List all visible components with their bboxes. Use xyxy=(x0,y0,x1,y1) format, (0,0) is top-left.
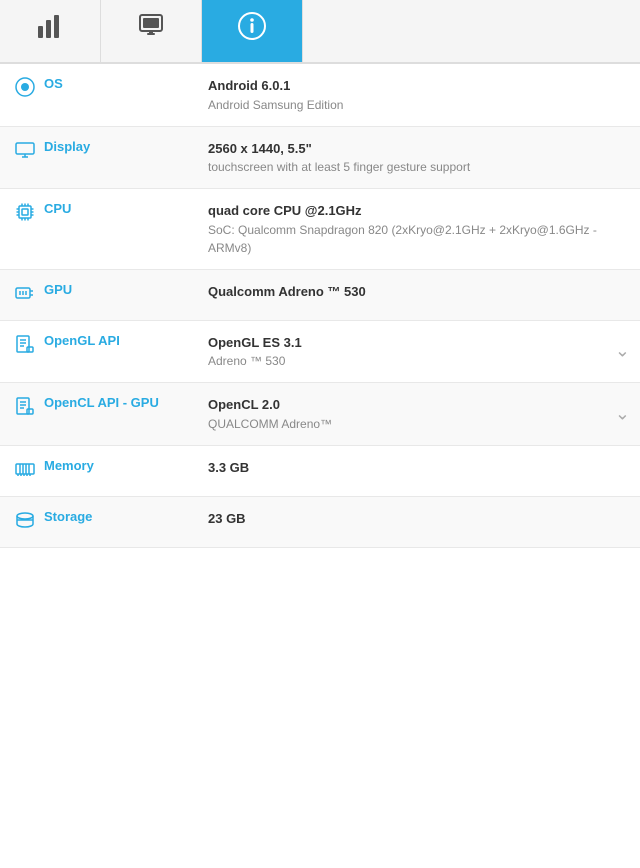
label-text-cpu: CPU xyxy=(44,201,71,216)
label-storage: Storage xyxy=(0,497,200,547)
opengl-icon xyxy=(14,334,36,359)
value-gpu: Qualcomm Adreno ™ 530 xyxy=(200,270,640,320)
graphics-icon xyxy=(36,12,64,46)
value-opengl: OpenGL ES 3.1Adreno ™ 530⌄ xyxy=(200,321,640,383)
row-storage: Storage 23 GB xyxy=(0,497,640,548)
main-opencl: OpenCL 2.0 xyxy=(208,395,626,415)
label-text-storage: Storage xyxy=(44,509,92,524)
row-gpu: GPU Qualcomm Adreno ™ 530 xyxy=(0,270,640,321)
main-display: 2560 x 1440, 5.5" xyxy=(208,139,626,159)
value-storage: 23 GB xyxy=(200,497,640,547)
label-text-os: OS xyxy=(44,76,63,91)
memory-icon xyxy=(14,459,36,484)
label-text-memory: Memory xyxy=(44,458,94,473)
dropdown-arrow-opencl[interactable]: ⌄ xyxy=(615,400,630,427)
row-cpu: CPU quad core CPU @2.1GHzSoC: Qualcomm S… xyxy=(0,189,640,270)
value-opencl: OpenCL 2.0QUALCOMM Adreno™⌄ xyxy=(200,383,640,445)
value-memory: 3.3 GB xyxy=(200,446,640,496)
sub-os: Android Samsung Edition xyxy=(208,96,626,114)
label-text-opencl: OpenCL API - GPU xyxy=(44,395,159,410)
sub-opengl: Adreno ™ 530 xyxy=(208,352,626,370)
gpu-icon xyxy=(14,283,36,308)
main-storage: 23 GB xyxy=(208,509,626,529)
row-opencl: OpenCL API - GPU OpenCL 2.0QUALCOMM Adre… xyxy=(0,383,640,446)
display-icon xyxy=(14,140,36,165)
tab-bar xyxy=(0,0,640,64)
label-opengl: OpenGL API xyxy=(0,321,200,383)
row-os: OS Android 6.0.1Android Samsung Edition xyxy=(0,64,640,127)
label-display: Display xyxy=(0,127,200,189)
label-text-gpu: GPU xyxy=(44,282,72,297)
label-cpu: CPU xyxy=(0,189,200,269)
sub-opencl: QUALCOMM Adreno™ xyxy=(208,415,626,433)
main-gpu: Qualcomm Adreno ™ 530 xyxy=(208,282,626,302)
tab-compute[interactable] xyxy=(101,0,202,62)
compute-icon xyxy=(137,12,165,46)
row-display: Display 2560 x 1440, 5.5"touchscreen wit… xyxy=(0,127,640,190)
value-cpu: quad core CPU @2.1GHzSoC: Qualcomm Snapd… xyxy=(200,189,640,269)
os-icon xyxy=(14,77,36,102)
main-os: Android 6.0.1 xyxy=(208,76,626,96)
cpu-icon xyxy=(14,202,36,227)
dropdown-arrow-opengl[interactable]: ⌄ xyxy=(615,338,630,365)
main-cpu: quad core CPU @2.1GHz xyxy=(208,201,626,221)
label-os: OS xyxy=(0,64,200,126)
sub-cpu: SoC: Qualcomm Snapdragon 820 (2xKryo@2.1… xyxy=(208,221,626,257)
opencl-icon xyxy=(14,396,36,421)
label-gpu: GPU xyxy=(0,270,200,320)
row-memory: Memory 3.3 GB xyxy=(0,446,640,497)
info-icon xyxy=(238,12,266,46)
storage-icon xyxy=(14,510,36,535)
sub-display: touchscreen with at least 5 finger gestu… xyxy=(208,158,626,176)
label-memory: Memory xyxy=(0,446,200,496)
value-os: Android 6.0.1Android Samsung Edition xyxy=(200,64,640,126)
label-opencl: OpenCL API - GPU xyxy=(0,383,200,445)
row-opengl: OpenGL API OpenGL ES 3.1Adreno ™ 530⌄ xyxy=(0,321,640,384)
label-text-display: Display xyxy=(44,139,90,154)
value-display: 2560 x 1440, 5.5"touchscreen with at lea… xyxy=(200,127,640,189)
main-memory: 3.3 GB xyxy=(208,458,626,478)
main-opengl: OpenGL ES 3.1 xyxy=(208,333,626,353)
label-text-opengl: OpenGL API xyxy=(44,333,120,348)
info-rows: OS Android 6.0.1Android Samsung Edition … xyxy=(0,64,640,548)
tab-graphics[interactable] xyxy=(0,0,101,62)
tab-info[interactable] xyxy=(202,0,303,62)
